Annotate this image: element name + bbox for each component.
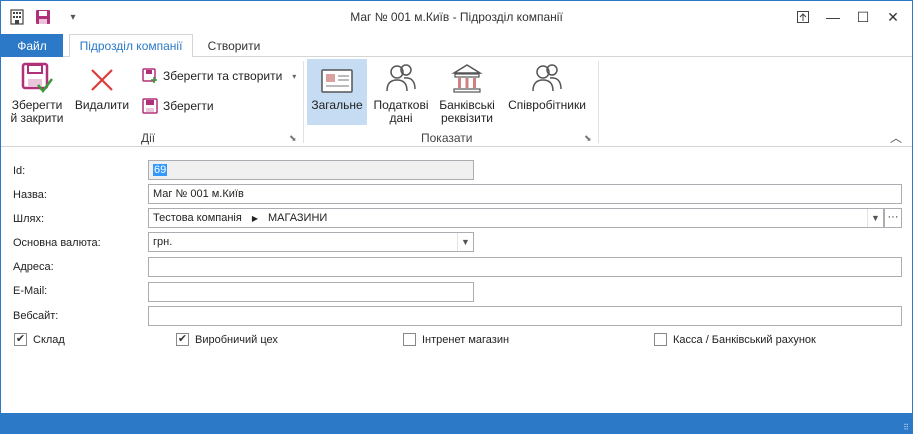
email-field[interactable]: [148, 282, 474, 302]
general-button[interactable]: Загальне: [307, 59, 367, 125]
ribbon-separator: [598, 61, 599, 143]
employees-icon: [530, 59, 564, 95]
employees-button[interactable]: Співробітники: [505, 59, 589, 125]
actions-launcher-icon[interactable]: ⬊: [289, 133, 297, 144]
currency-select[interactable]: грн. ▼: [148, 232, 474, 252]
actions-group-label: Дії: [141, 131, 156, 145]
name-field[interactable]: Маг № 001 м.Київ: [148, 184, 902, 204]
save-close-icon: [20, 59, 54, 95]
tax-data-button[interactable]: Податкові дані: [371, 59, 431, 125]
name-label: Назва:: [13, 189, 47, 201]
save-close-button[interactable]: Зберегти й закрити: [5, 59, 69, 125]
general-card-icon: [320, 59, 354, 95]
delete-label: Видалити: [74, 98, 130, 112]
currency-value: грн.: [153, 236, 173, 248]
unchecked-box-icon[interactable]: [403, 333, 416, 346]
window-title: Маг № 001 м.Київ - Підрозділ компанії: [350, 10, 563, 24]
currency-label: Основна валюта:: [13, 237, 101, 249]
cash-bank-label: Касса / Банківський рахунок: [673, 333, 816, 346]
path-field[interactable]: Тестова компанія ▶ МАГАЗИНИ ▼: [148, 208, 884, 228]
show-group-label: Показати: [421, 131, 473, 145]
website-label: Вебсайт:: [13, 310, 59, 322]
online-shop-checkbox[interactable]: Інтренет магазин: [403, 333, 509, 346]
path-part[interactable]: Тестова компанія: [153, 212, 242, 224]
email-label: E-Mail:: [13, 285, 48, 297]
tab-company-unit[interactable]: Підрозділ компанії: [69, 34, 193, 58]
warehouse-label: Склад: [33, 333, 65, 346]
bank-label: Банківські реквізити: [439, 98, 495, 125]
resize-grip-icon[interactable]: ⠿: [903, 423, 909, 432]
bank-details-button[interactable]: Банківські реквізити: [435, 59, 499, 125]
check-icon[interactable]: ✔: [14, 333, 27, 346]
online-shop-label: Інтренет магазин: [422, 333, 510, 346]
production-label: Виробничий цех: [195, 333, 278, 346]
currency-dropdown-icon[interactable]: ▼: [457, 233, 473, 251]
path-more-button[interactable]: ···: [884, 208, 902, 228]
cash-bank-checkbox[interactable]: Касса / Банківський рахунок: [654, 333, 816, 346]
ribbon-separator: [303, 61, 304, 143]
address-field[interactable]: [148, 257, 902, 277]
id-label: Id:: [13, 165, 26, 177]
path-label: Шлях:: [13, 213, 45, 225]
path-separator-icon: ▶: [251, 214, 258, 223]
save-create-dropdown-icon[interactable]: ▾: [292, 72, 296, 81]
id-value: 69: [153, 164, 168, 176]
status-bar: ⠿: [1, 413, 912, 434]
company-unit-form: Id: 69 Назва: Маг № 001 м.Київ Шлях: Тес…: [1, 148, 912, 413]
id-field[interactable]: 69: [148, 160, 474, 180]
path-dropdown-icon[interactable]: ▼: [867, 209, 883, 227]
save-button[interactable]: Зберегти: [141, 95, 214, 117]
show-launcher-icon[interactable]: ⬊: [584, 133, 592, 144]
tax-label: Податкові дані: [373, 98, 429, 125]
ribbon-tabs: Файл Підрозділ компанії Створити: [1, 33, 912, 58]
warehouse-checkbox[interactable]: ✔ Склад: [14, 333, 65, 346]
maximize-button[interactable]: ☐: [849, 5, 877, 29]
save-create-label: Зберегти та створити: [163, 69, 283, 83]
path-part[interactable]: МАГАЗИНИ: [268, 212, 327, 224]
delete-button[interactable]: Видалити: [73, 59, 131, 125]
unchecked-box-icon[interactable]: [654, 333, 667, 346]
ribbon: Зберегти й закрити Видалити Зберегти та …: [1, 57, 912, 147]
address-label: Адреса:: [13, 261, 54, 273]
employees-label: Співробітники: [508, 98, 586, 112]
production-checkbox[interactable]: ✔ Виробничий цех: [176, 333, 278, 346]
collapse-ribbon-icon[interactable]: ︿: [890, 129, 902, 146]
title-bar: ▾ Маг № 001 м.Київ - Підрозділ компанії …: [1, 1, 912, 33]
save-create-icon: [141, 67, 159, 85]
tax-people-icon: [384, 59, 418, 95]
minimize-button[interactable]: —: [819, 5, 847, 29]
app-window: ▾ Маг № 001 м.Київ - Підрозділ компанії …: [0, 0, 913, 434]
save-create-button[interactable]: Зберегти та створити ▾: [141, 65, 296, 87]
close-button[interactable]: ✕: [879, 5, 907, 29]
general-label: Загальне: [311, 98, 363, 112]
save-close-label: Зберегти й закрити: [10, 98, 64, 125]
tab-file[interactable]: Файл: [1, 34, 63, 57]
bank-icon: [450, 59, 484, 95]
save-label: Зберегти: [163, 99, 214, 113]
website-field[interactable]: [148, 306, 902, 326]
check-icon[interactable]: ✔: [176, 333, 189, 346]
delete-icon: [87, 59, 117, 95]
save-icon: [141, 97, 159, 115]
pin-icon[interactable]: [789, 5, 817, 29]
tab-create[interactable]: Створити: [197, 34, 271, 58]
